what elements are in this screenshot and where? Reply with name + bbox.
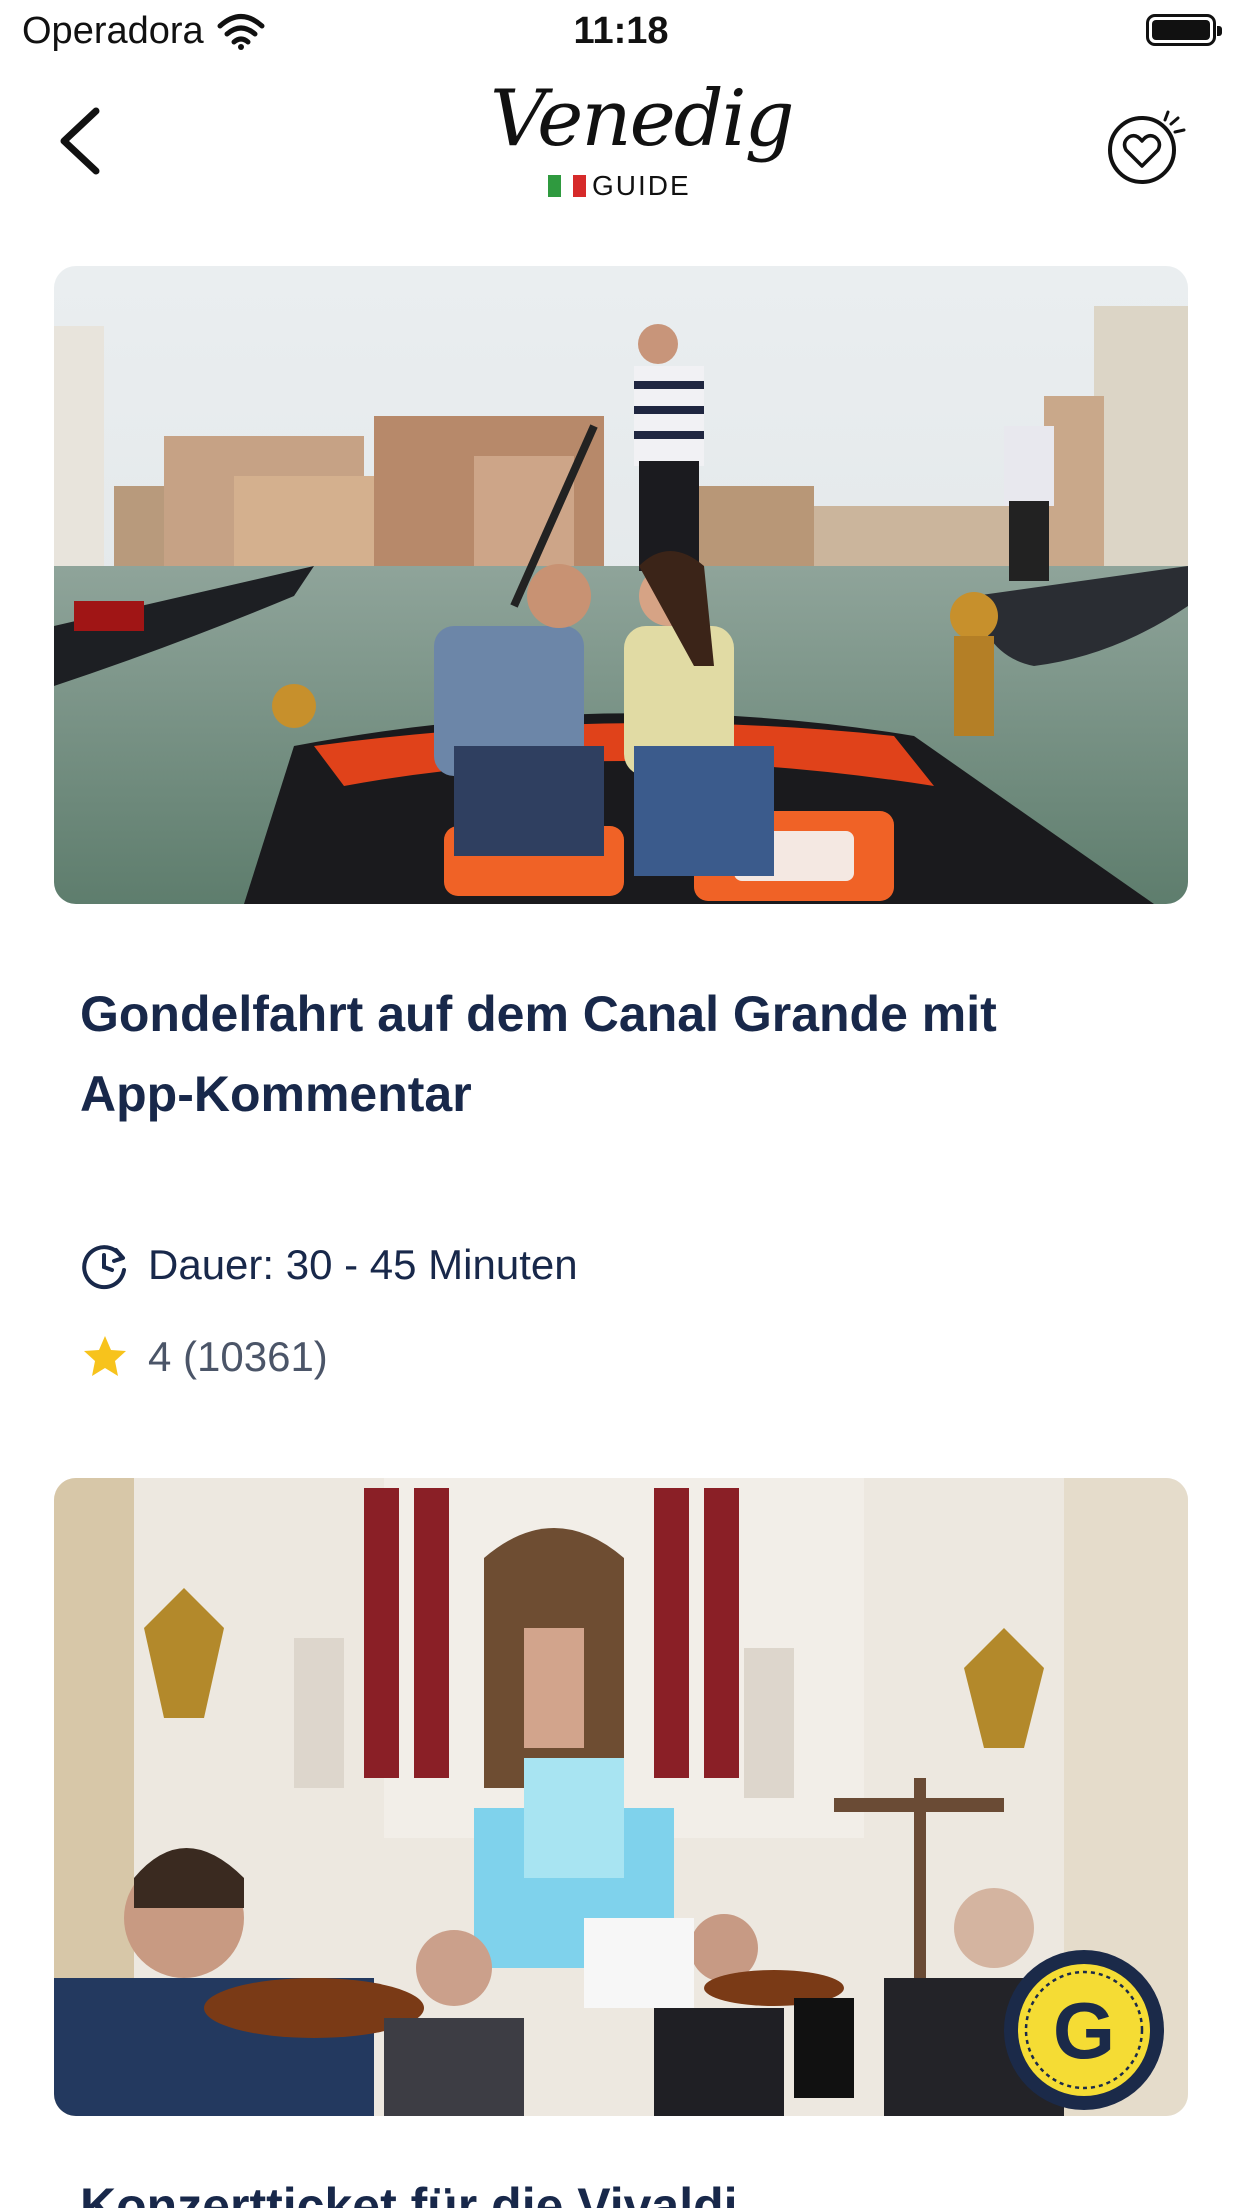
tour-title[interactable]: Gondelfahrt auf dem Canal Grande mit App…: [80, 974, 1160, 1134]
gondola-photo: [54, 266, 1188, 904]
clock-icon: [82, 1245, 126, 1290]
guide-fab-button[interactable]: G: [1004, 1950, 1164, 2110]
logo-subline: GUIDE: [548, 170, 691, 202]
rating-row: 4 (10361): [80, 1332, 328, 1382]
star-icon: [84, 1336, 126, 1376]
concert-title-text: Konzertticket für die Vivaldi: [80, 2178, 738, 2208]
logo-script: Venedig: [490, 74, 795, 164]
tour-title-line2: App-Kommentar: [80, 1066, 472, 1122]
nav-bar: Venedig GUIDE: [0, 66, 1242, 216]
app-logo: Venedig GUIDE: [480, 74, 795, 214]
chevron-left-icon: [60, 107, 100, 175]
battery-icon: [1146, 14, 1222, 46]
duration-text: Dauer: 30 - 45 Minuten: [148, 1241, 578, 1288]
heart-bubble-icon: [1108, 110, 1186, 184]
clock: 11:18: [573, 10, 669, 52]
italy-flag-icon: [548, 175, 587, 197]
tour-title-line1: Gondelfahrt auf dem Canal Grande mit: [80, 986, 997, 1042]
gondola-tour-image[interactable]: [54, 266, 1188, 904]
status-bar: Operadora 11:18: [0, 0, 1242, 66]
g-logo-icon: G: [1018, 1964, 1150, 2096]
fab-label: G: [1053, 1986, 1115, 2075]
concert-title[interactable]: Konzertticket für die Vivaldi: [80, 2166, 1160, 2208]
back-button[interactable]: [50, 96, 130, 186]
rating-text: 4 (10361): [148, 1333, 328, 1380]
favorite-button[interactable]: [1102, 102, 1192, 192]
logo-guide-text: GUIDE: [592, 170, 691, 201]
duration-row: Dauer: 30 - 45 Minuten: [80, 1240, 578, 1290]
